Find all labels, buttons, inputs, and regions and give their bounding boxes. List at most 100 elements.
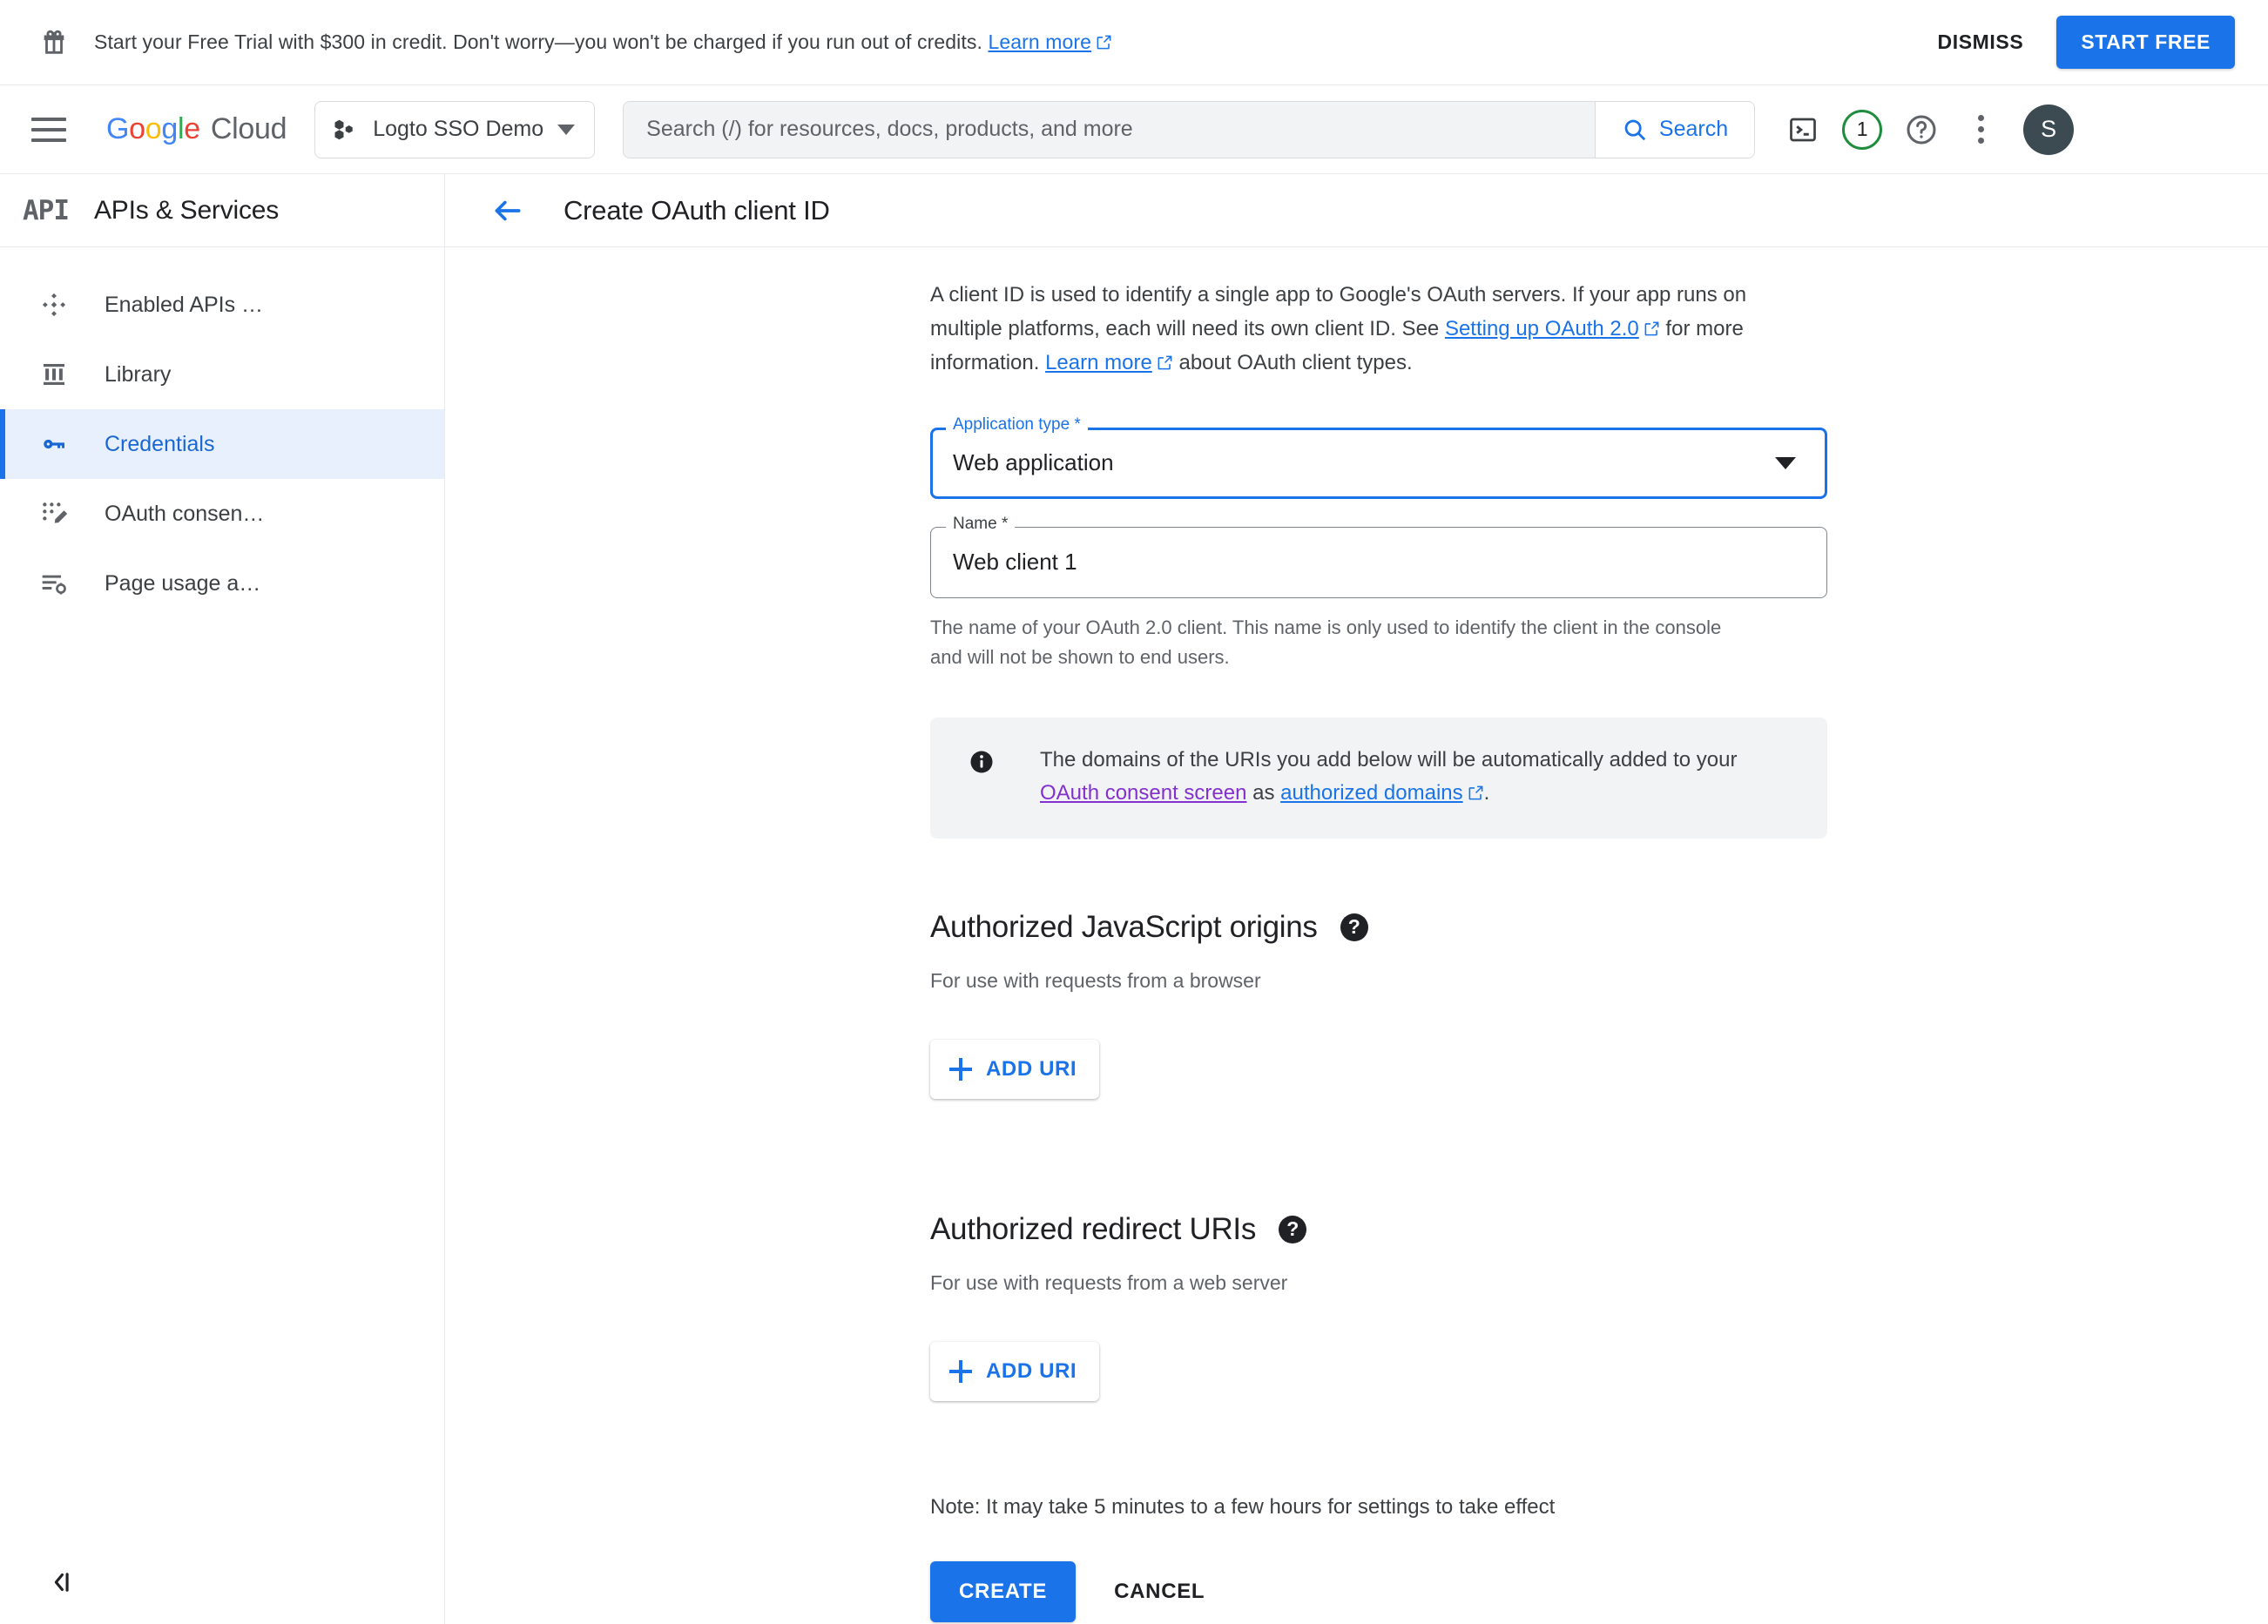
name-field-value: Web client 1 xyxy=(953,549,1077,576)
cloud-shell-terminal-icon[interactable] xyxy=(1776,103,1830,157)
intro-paragraph: A client ID is used to identify a single… xyxy=(930,279,1819,381)
add-uri-label: ADD URI xyxy=(986,1358,1077,1383)
search-button-label: Search xyxy=(1658,117,1729,141)
more-vert-icon xyxy=(1977,115,1984,144)
help-filled-icon[interactable]: ? xyxy=(1340,913,1368,941)
key-icon xyxy=(37,430,71,458)
sidebar-item-page-usage[interactable]: Page usage a… xyxy=(0,549,444,618)
hamburger-menu-icon[interactable] xyxy=(31,106,78,153)
logo-letter: G xyxy=(106,112,130,145)
sidebar-item-credentials[interactable]: Credentials xyxy=(0,409,444,479)
js-origins-heading-text: Authorized JavaScript origins xyxy=(930,909,1318,944)
avatar[interactable]: S xyxy=(2023,104,2075,155)
sidebar-item-label: Page usage a… xyxy=(105,570,261,596)
sidebar-item-label: Enabled APIs … xyxy=(105,292,264,317)
chevron-down-icon xyxy=(557,124,576,135)
name-field-label: Name * xyxy=(946,515,1016,532)
api-logo: API xyxy=(23,194,70,226)
form-scroll-area: A client ID is used to identify a single… xyxy=(445,247,2268,1624)
logo-letter: o xyxy=(145,112,162,145)
redirect-uris-subtitle: For use with requests from a web server xyxy=(930,1270,1288,1294)
application-type-value: Web application xyxy=(953,449,1114,476)
collapse-panel-icon[interactable] xyxy=(40,1561,82,1603)
learn-more-link[interactable]: Learn more xyxy=(1045,351,1173,374)
cancel-button[interactable]: CANCEL xyxy=(1091,1561,1227,1622)
dismiss-button[interactable]: DISMISS xyxy=(1919,18,2043,66)
settings-note: Note: It may take 5 minutes to a few hou… xyxy=(930,1494,1556,1519)
sidebar-item-label: OAuth consen… xyxy=(105,501,265,526)
gift-icon xyxy=(35,24,73,62)
help-circle-icon[interactable] xyxy=(1894,103,1948,157)
search-bar: Search xyxy=(623,100,1756,158)
sidebar: API APIs & Services Enabled APIs … Libra… xyxy=(0,174,445,1624)
external-link-icon xyxy=(1468,785,1483,800)
application-type-label: Application type * xyxy=(946,415,1088,433)
redirect-uris-heading: Authorized redirect URIs ? xyxy=(930,1212,1827,1247)
plus-icon xyxy=(949,1359,972,1383)
sidebar-nav: Enabled APIs … Library Credentials OAuth… xyxy=(0,247,444,618)
main-header: Create OAuth client ID xyxy=(445,174,2268,247)
project-icon xyxy=(334,119,353,139)
oauth-consent-icon xyxy=(37,500,71,528)
topbar-icon-group: 1 S xyxy=(1776,103,2075,157)
info-banner: The domains of the URIs you add below wi… xyxy=(930,717,1827,839)
project-picker[interactable]: Logto SSO Demo xyxy=(314,100,596,158)
external-link-icon xyxy=(1158,355,1172,370)
sidebar-item-label: Credentials xyxy=(105,431,215,456)
info-text-part-2: as xyxy=(1246,781,1281,805)
intro-part-3: about OAuth client types. xyxy=(1172,350,1413,374)
info-banner-text: The domains of the URIs you add below wi… xyxy=(1040,744,1763,811)
sidebar-item-oauth-consent[interactable]: OAuth consen… xyxy=(0,479,444,549)
add-uri-label: ADD URI xyxy=(986,1056,1077,1081)
form-column: A client ID is used to identify a single… xyxy=(930,247,1827,1622)
redirect-uris-heading-text: Authorized redirect URIs xyxy=(930,1211,1257,1246)
more-options-icon[interactable] xyxy=(1954,103,2008,157)
authorized-domains-link[interactable]: authorized domains xyxy=(1280,781,1483,805)
start-free-button[interactable]: START FREE xyxy=(2056,16,2235,69)
top-navigation-bar: GoogleCloud Logto SSO Demo Search 1 xyxy=(0,85,2268,174)
setting-up-oauth-link[interactable]: Setting up OAuth 2.0 xyxy=(1445,317,1660,340)
chevron-down-icon xyxy=(1775,456,1796,469)
help-filled-icon[interactable]: ? xyxy=(1279,1215,1307,1243)
oauth-consent-screen-link[interactable]: OAuth consent screen xyxy=(1040,781,1246,805)
notification-count-badge: 1 xyxy=(1842,109,1883,150)
search-input[interactable] xyxy=(624,101,1595,158)
external-link-icon xyxy=(1644,321,1659,336)
js-origins-section: Authorized JavaScript origins ? For use … xyxy=(930,910,1827,1099)
logo-letter: e xyxy=(184,112,200,145)
footer-actions-section: Note: It may take 5 minutes to a few hou… xyxy=(930,1495,1827,1622)
name-field-help-text: The name of your OAuth 2.0 client. This … xyxy=(930,616,1722,668)
main-content: Create OAuth client ID A client ID is us… xyxy=(445,174,2268,1624)
back-arrow-icon[interactable] xyxy=(485,188,530,233)
page-title: Create OAuth client ID xyxy=(564,194,830,226)
add-uri-button-js-origins[interactable]: ADD URI xyxy=(930,1039,1100,1099)
promo-banner: Start your Free Trial with $300 in credi… xyxy=(0,0,2268,85)
search-button[interactable]: Search xyxy=(1594,101,1755,158)
google-cloud-logo[interactable]: Google Cloud xyxy=(106,112,287,146)
action-buttons: CREATE CANCEL xyxy=(930,1560,1827,1622)
name-field[interactable]: Name * Web client 1 xyxy=(930,515,1827,598)
logo-cloud-text: Cloud xyxy=(210,112,287,145)
sidebar-item-enabled-apis[interactable]: Enabled APIs … xyxy=(0,270,444,340)
promo-message: Start your Free Trial with $300 in credi… xyxy=(94,30,1919,54)
enabled-apis-icon xyxy=(37,291,71,319)
js-origins-heading: Authorized JavaScript origins ? xyxy=(930,910,1827,945)
info-text-part-3: . xyxy=(1483,781,1490,805)
js-origins-subtitle: For use with requests from a browser xyxy=(930,968,1261,992)
library-icon xyxy=(37,361,71,388)
plus-icon xyxy=(949,1057,972,1081)
add-uri-button-redirect-uris[interactable]: ADD URI xyxy=(930,1341,1100,1401)
create-button[interactable]: CREATE xyxy=(930,1560,1077,1622)
promo-learn-more-link[interactable]: Learn more xyxy=(988,30,1112,53)
page-body: API APIs & Services Enabled APIs … Libra… xyxy=(0,174,2268,1624)
notifications-button[interactable]: 1 xyxy=(1835,103,1889,157)
info-text-part-1: The domains of the URIs you add below wi… xyxy=(1040,747,1738,772)
sidebar-title: APIs & Services xyxy=(94,195,280,225)
logo-letter: g xyxy=(161,112,178,145)
logo-letter: o xyxy=(129,112,145,145)
application-type-select[interactable]: Application type * Web application xyxy=(930,415,1827,499)
sidebar-header: API APIs & Services xyxy=(0,174,444,247)
sidebar-item-library[interactable]: Library xyxy=(0,340,444,409)
external-link-icon xyxy=(1097,35,1111,50)
search-icon xyxy=(1624,119,1646,140)
